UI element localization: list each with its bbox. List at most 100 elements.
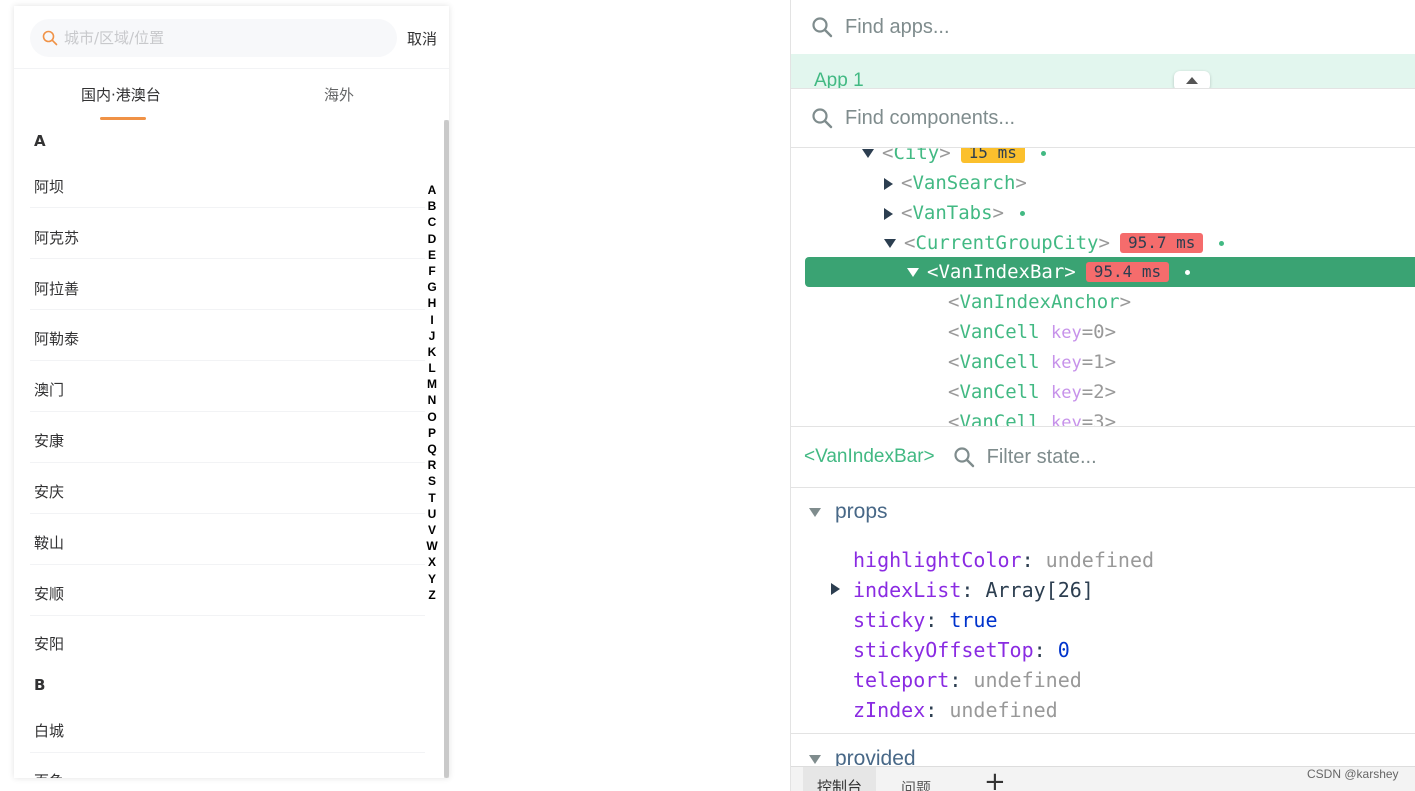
expand-arrow-icon: [809, 754, 821, 764]
tree-node-vanindexanchor[interactable]: <VanIndexAnchor>: [948, 287, 1131, 317]
state-filter-bar: <VanIndexBar> Filter state...: [791, 426, 1415, 488]
index-letter[interactable]: H: [424, 295, 440, 311]
tree-node-vantabs[interactable]: <VanTabs>: [884, 198, 1025, 228]
tree-node-currentgroupcity[interactable]: <CurrentGroupCity> 95.7 ms: [884, 228, 1225, 258]
add-tab-button[interactable]: +: [984, 769, 1006, 791]
city-cell[interactable]: 安康: [34, 430, 64, 451]
index-letter[interactable]: F: [424, 263, 440, 279]
prop-row[interactable]: indexList: Array[26]: [853, 575, 1094, 605]
status-dot: [1219, 241, 1225, 246]
index-letter[interactable]: N: [424, 392, 440, 408]
cancel-button[interactable]: 取消: [407, 28, 437, 49]
city-cell[interactable]: 阿拉善: [34, 278, 79, 299]
city-cell[interactable]: 安顺: [34, 583, 64, 604]
divider: [30, 615, 425, 616]
search-icon: [954, 447, 974, 468]
index-letter[interactable]: V: [424, 522, 440, 538]
divider: [30, 752, 425, 753]
index-letter[interactable]: G: [424, 279, 440, 295]
find-apps-bar[interactable]: Find apps...: [791, 0, 1415, 54]
city-cell[interactable]: 安阳: [34, 633, 64, 654]
divider: [30, 207, 425, 208]
divider: [30, 309, 425, 310]
index-letter[interactable]: I: [424, 312, 440, 328]
divider: [30, 411, 425, 412]
prop-row[interactable]: sticky: true: [853, 605, 998, 635]
index-letter[interactable]: Q: [424, 441, 440, 457]
index-bar[interactable]: ABCDEFGHIJKLMNOPQRSTUVWXYZ: [424, 182, 440, 603]
expand-arrow-icon[interactable]: [884, 239, 896, 248]
tree-node-vancell[interactable]: <VanCell key=2>: [948, 377, 1116, 407]
watermark: CSDN @karshey: [1307, 767, 1399, 781]
index-letter[interactable]: L: [424, 360, 440, 376]
search-icon: [42, 30, 58, 46]
region-tabs: 国内·港澳台 海外: [14, 76, 449, 120]
expand-arrow-icon[interactable]: [862, 149, 874, 158]
city-cell[interactable]: 澳门: [34, 379, 64, 400]
city-cell[interactable]: 阿坝: [34, 176, 64, 197]
collapse-arrow-icon[interactable]: [884, 177, 893, 190]
collapse-arrow-icon[interactable]: [884, 207, 893, 220]
app-selector[interactable]: App 1: [791, 54, 1415, 91]
scrollbar-thumb[interactable]: [444, 120, 449, 778]
index-letter[interactable]: Y: [424, 571, 440, 587]
tree-node-vancell[interactable]: <VanCell key=3>: [948, 407, 1116, 426]
divider: [30, 360, 425, 361]
index-letter[interactable]: W: [424, 538, 440, 554]
prop-row[interactable]: zIndex: undefined: [853, 695, 1058, 725]
index-anchor: A: [34, 132, 46, 150]
status-dot: [1019, 211, 1025, 216]
index-letter[interactable]: J: [424, 328, 440, 344]
search-box[interactable]: [30, 19, 397, 57]
index-letter[interactable]: R: [424, 457, 440, 473]
index-letter[interactable]: Z: [424, 587, 440, 603]
divider: [30, 462, 425, 463]
find-components-bar[interactable]: Find components...: [791, 88, 1415, 148]
index-letter[interactable]: X: [424, 554, 440, 570]
tree-node-city[interactable]: <City> 15 ms: [862, 148, 1046, 168]
index-letter[interactable]: P: [424, 425, 440, 441]
index-letter[interactable]: K: [424, 344, 440, 360]
tab-issues[interactable]: 问题: [901, 777, 931, 791]
city-cell[interactable]: 鞍山: [34, 532, 64, 553]
section-divider: [791, 733, 1415, 734]
tab-console[interactable]: 控制台: [803, 767, 877, 791]
prop-row[interactable]: teleport: undefined: [853, 665, 1082, 695]
status-dot: [1040, 151, 1046, 156]
city-picker-panel: 取消 国内·港澳台 海外 A 阿坝 阿克苏 阿拉善 阿勒泰 澳门 安康 安庆 鞍…: [14, 6, 449, 778]
expand-arrow-icon: [809, 507, 821, 517]
filter-state-input[interactable]: Filter state...: [987, 446, 1097, 469]
tab-domestic[interactable]: 国内·港澳台: [81, 84, 161, 105]
index-letter[interactable]: A: [424, 182, 440, 198]
tree-node-vansearch[interactable]: <VanSearch>: [884, 168, 1027, 198]
index-anchor: B: [34, 676, 46, 694]
prop-row[interactable]: highlightColor: undefined: [853, 545, 1154, 575]
city-search-input[interactable]: [64, 29, 364, 47]
city-cell[interactable]: 百色: [34, 770, 64, 778]
props-section-header[interactable]: props: [809, 500, 888, 524]
index-letter[interactable]: B: [424, 198, 440, 214]
index-letter[interactable]: C: [424, 214, 440, 230]
divider: [30, 258, 425, 259]
city-cell[interactable]: 白城: [34, 720, 64, 741]
expand-arrow-icon[interactable]: [907, 268, 919, 277]
index-letter[interactable]: E: [424, 247, 440, 263]
prop-row[interactable]: stickyOffsetTop: 0: [853, 635, 1070, 665]
divider: [30, 513, 425, 514]
city-cell[interactable]: 安庆: [34, 481, 64, 502]
city-cell[interactable]: 阿勒泰: [34, 328, 79, 349]
expand-arrow-icon[interactable]: [831, 583, 840, 595]
index-letter[interactable]: D: [424, 231, 440, 247]
index-letter[interactable]: M: [424, 376, 440, 392]
render-time-badge: 95.7 ms: [1119, 233, 1204, 253]
index-letter[interactable]: S: [424, 473, 440, 489]
tree-node-vanindexbar[interactable]: <VanIndexBar> 95.4 ms: [907, 257, 1191, 287]
index-letter[interactable]: U: [424, 506, 440, 522]
city-cell[interactable]: 阿克苏: [34, 227, 79, 248]
index-letter[interactable]: T: [424, 490, 440, 506]
tree-node-vancell[interactable]: <VanCell key=0>: [948, 317, 1116, 347]
render-time-badge: 15 ms: [960, 148, 1025, 163]
index-letter[interactable]: O: [424, 409, 440, 425]
tab-overseas[interactable]: 海外: [324, 84, 354, 105]
tree-node-vancell[interactable]: <VanCell key=1>: [948, 347, 1116, 377]
